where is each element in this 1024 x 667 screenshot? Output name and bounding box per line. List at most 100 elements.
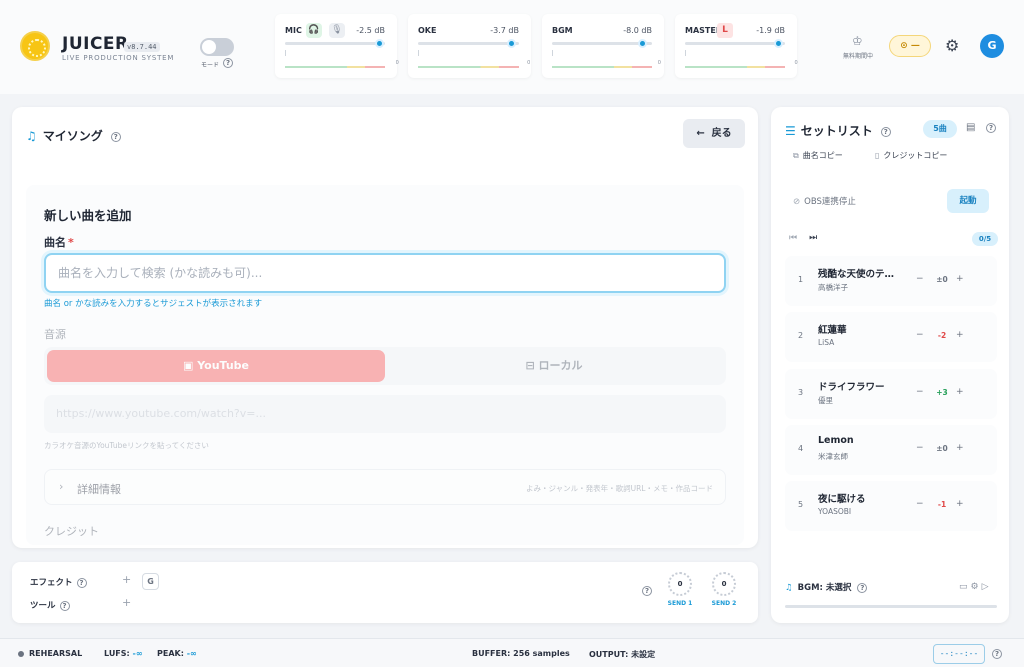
skip-back-icon[interactable]: ⏮ [789,233,797,243]
bgm-selector[interactable]: ♫ BGM: 未選択? [785,581,868,593]
key-down-button[interactable]: − [916,330,924,340]
bgm-progress-bar[interactable] [785,605,997,608]
play-icon[interactable]: ▷ [982,582,992,592]
oke-volume-slider[interactable] [418,39,519,48]
limiter-badge[interactable]: L [717,23,733,38]
slider-knob[interactable] [375,39,384,48]
bgm-help-icon[interactable]: ? [857,582,868,593]
key-up-button[interactable]: + [956,499,964,509]
master-volume-slider[interactable] [685,39,785,48]
level-meter [285,66,385,68]
key-down-button[interactable]: − [916,499,924,509]
song-title: 残酷な天使のテ… [818,269,895,280]
setlist-item[interactable]: 4 Lemon 米津玄師 − ±0 + [785,425,997,475]
setlist-panel: ☰ セットリスト? 5曲 ▤ ? ⧉ 曲名コピー ▯ クレジットコピー ⊘ OBS連携停… [771,107,1009,623]
youtube-url-input[interactable]: https://www.youtube.com/watch?v=... [44,395,726,433]
youtube-icon: ▣ [182,359,198,372]
key-down-button[interactable]: − [916,274,924,284]
top-header: JUICER v8.7.44 LIVE PRODUCTION SYSTEM モー… [0,0,1024,94]
brand-subtitle: LIVE PRODUCTION SYSTEM [62,54,175,62]
broadcast-off-icon: ⊘ [793,197,801,207]
key-up-button[interactable]: + [956,274,964,284]
coin-button[interactable]: ⊙ — [889,35,931,57]
setlist-item[interactable]: 2 紅蓮華 LiSA − -2 + [785,312,997,362]
obs-status: ⊘ OBS連携停止 [793,195,856,207]
song-number: 4 [798,444,804,453]
form-title: 新しい曲を追加 [44,208,132,223]
key-up-button[interactable]: + [956,443,964,453]
slider-knob[interactable] [774,39,783,48]
save-icon[interactable]: ▤ [966,122,975,133]
setlist-item[interactable]: 1 残酷な天使のテ… 高橋洋子 − ±0 + [785,256,997,306]
key-up-button[interactable]: + [956,330,964,340]
avatar[interactable]: G [980,34,1004,58]
timecode-display[interactable]: --:--:-- [933,644,985,664]
add-effect-button[interactable]: + [122,573,131,586]
mode-label-group: モード ? [201,58,233,69]
obs-status-text: OBS連携停止 [804,197,856,207]
copy-credit-label: クレジットコピー [883,151,948,160]
setlist-progress: 0/5 [972,232,998,246]
key-down-button[interactable]: − [916,443,924,453]
copy-song-names-button[interactable]: ⧉ 曲名コピー [793,150,843,161]
trial-label[interactable]: 無料期間中 [843,51,873,60]
status-help-icon[interactable]: ? [992,649,1002,659]
effect-row: エフェクト? [30,576,87,588]
slider-knob[interactable] [638,39,647,48]
copy-credit-button[interactable]: ▯ クレジットコピー [875,150,947,161]
song-name-input[interactable]: 曲名を入力して検索 (かな読みも可)... [44,253,726,293]
mic-volume-slider[interactable] [285,39,385,48]
panel-title-text: マイソング [42,129,103,143]
launch-button[interactable]: 起動 [947,189,989,213]
source-local-tab[interactable]: ⊟ ローカル [385,350,723,382]
gear-icon[interactable]: ⚙ [945,36,959,55]
required-mark: * [68,236,74,249]
bgm-gear-icon[interactable]: ⚙ [971,582,982,592]
help-icon[interactable]: ? [110,131,121,142]
add-tool-button[interactable]: + [122,596,131,609]
mode-help-icon[interactable]: ? [223,58,233,68]
meter-name: OKE [418,26,437,35]
tool-help-icon[interactable]: ? [59,600,70,611]
mode-toggle[interactable] [200,38,234,56]
lufs-value: -∞ [132,649,143,658]
transport-controls: ⏮ ⏭ [789,233,817,243]
send-help-icon[interactable]: ? [642,586,652,596]
headphone-icon[interactable]: 🎧 [306,23,322,38]
song-number: 3 [798,388,804,397]
send-2-knob[interactable]: 0 [712,572,736,596]
meter-db: -1.9 dB [756,26,785,35]
source-youtube-tab[interactable]: ▣ YouTube [47,350,385,382]
setlist-item[interactable]: 3 ドライフラワー 優里 − +3 + [785,369,997,419]
lufs-label: LUFS: [104,649,130,658]
lufs-readout: LUFS: -∞ [104,649,143,658]
folder-icon[interactable]: ▭ [959,582,971,592]
key-up-button[interactable]: + [956,387,964,397]
tool-label: ツール [30,601,56,611]
back-button[interactable]: ← 戻る [683,119,745,148]
details-accordion[interactable]: › 詳細情報 よみ・ジャンル・発表年・歌詞URL・メモ・作品コード [44,469,726,505]
mic-icon[interactable]: 🎙 [329,23,345,38]
level-meter [418,66,519,68]
my-songs-panel: ♫ マイソング? ← 戻る 新しい曲を追加 曲名 * 曲名を入力して検索 (かな読み… [12,107,758,548]
setlist-item[interactable]: 5 夜に駆ける YOASOBI − -1 + [785,481,997,531]
key-value: -1 [937,500,947,509]
song-artist: LiSA [818,338,835,347]
effect-help-icon[interactable]: ? [76,577,87,588]
slider-knob[interactable] [506,39,516,48]
setlist-extra-help-icon[interactable]: ? [986,123,996,133]
song-name-label-text: 曲名 [44,236,66,249]
chevron-right-icon: › [59,480,64,493]
key-down-button[interactable]: − [916,387,924,397]
song-name-hint: 曲名 or かな読みを入力するとサジェストが表示されます [44,299,263,309]
send-1-knob[interactable]: 0 [668,572,692,596]
drive-icon: ⊟ [525,359,539,372]
effect-tool-panel: エフェクト? + G ツール? + ? 0 SEND 1 0 SEND 2 [12,562,758,623]
setlist-help-icon[interactable]: ? [880,126,891,137]
song-title: 夜に駆ける [818,494,866,505]
song-title: ドライフラワー [818,382,885,393]
meter-ticks [552,50,652,56]
skip-next-icon[interactable]: ⏭ [809,233,817,243]
bgm-volume-slider[interactable] [552,39,652,48]
effect-chip[interactable]: G [142,573,159,590]
